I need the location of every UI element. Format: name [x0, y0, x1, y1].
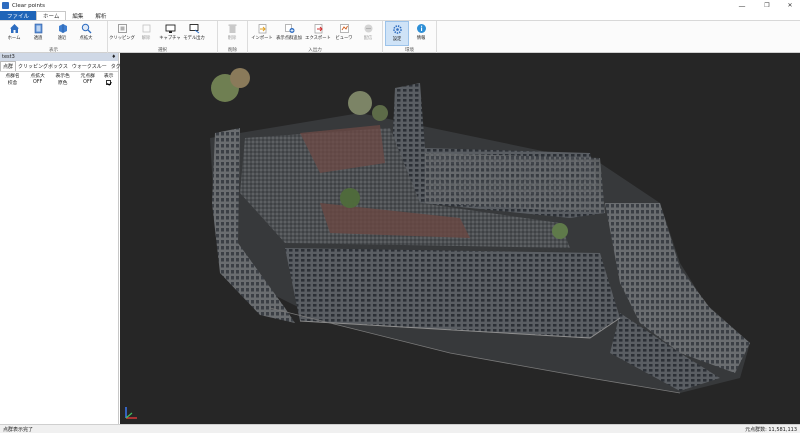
transparency-button[interactable]: 透過: [26, 21, 50, 46]
col-enlarge[interactable]: 点拡大: [25, 72, 50, 79]
maximize-button[interactable]: ❐: [757, 0, 777, 11]
group-view: ホーム 透過 遠近 点拡大 表示: [0, 21, 108, 53]
ribbon: ホーム 透過 遠近 点拡大 表示 クリッピング 解除 キャプチャ モデル出力 選…: [0, 20, 800, 53]
clipping-button[interactable]: クリッピング: [109, 21, 135, 46]
tab-point-cloud[interactable]: 点群: [0, 61, 17, 71]
window-title: Clear points: [12, 2, 46, 9]
visible-checkbox[interactable]: [106, 79, 112, 85]
minimize-button[interactable]: —: [732, 0, 752, 11]
info-icon: [416, 23, 427, 34]
col-name[interactable]: 点群名: [0, 72, 25, 79]
status-message: 点群表示完了: [3, 426, 34, 433]
settings-icon: [392, 24, 403, 35]
model-output-icon: [189, 23, 200, 34]
point-enlarge-icon: [81, 23, 92, 34]
tab-walkthrough[interactable]: ウォークスルー: [70, 63, 109, 70]
app-logo-icon: [2, 2, 9, 9]
point-count: 元点群数: 11,581,113: [745, 426, 797, 433]
cell-enlarge[interactable]: OFF: [25, 79, 50, 86]
transparency-icon: [33, 23, 44, 34]
point-cloud-render: [210, 68, 750, 394]
capture-button[interactable]: キャプチャ: [158, 21, 182, 46]
tab-clipping-box[interactable]: クリッピングボックス: [16, 63, 70, 70]
col-visible[interactable]: 表示: [100, 72, 117, 79]
home-button[interactable]: ホーム: [2, 21, 26, 46]
group-environment: 設定 情報 環境: [383, 21, 437, 53]
group-select: クリッピング 解除 キャプチャ モデル出力 選択: [108, 21, 218, 53]
viewer-button[interactable]: ビューワ: [332, 21, 356, 46]
add-points-icon: [284, 23, 295, 34]
import-icon: [257, 23, 268, 34]
tab-edit[interactable]: 編集: [66, 11, 89, 20]
release-button[interactable]: 解除: [134, 21, 158, 46]
tab-home[interactable]: ホーム: [36, 11, 67, 20]
perspective-button[interactable]: 遠近: [50, 21, 74, 46]
publish-button[interactable]: 配信: [356, 21, 380, 46]
add-points-button[interactable]: 表示点群追加: [274, 21, 304, 46]
point-enlarge-button[interactable]: 点拡大: [74, 21, 98, 46]
title-bar: Clear points — ❐ ✕: [0, 0, 800, 11]
delete-button[interactable]: 削除: [220, 21, 244, 46]
publish-icon: [363, 23, 374, 34]
table-header-row: 点群名 点拡大 表示色 元点群 表示: [0, 72, 117, 79]
tab-file[interactable]: ファイル: [0, 11, 37, 20]
clipping-icon: [117, 23, 128, 34]
point-cloud-panel: test3 ♦ 点群 クリッピングボックス ウォークスルー タグ 点群名 点拡大…: [0, 53, 131, 424]
settings-button[interactable]: 設定: [385, 21, 409, 46]
axis-gizmo-icon: [125, 407, 137, 419]
cell-color[interactable]: 原色: [50, 79, 75, 86]
export-button[interactable]: エクスポート: [304, 21, 332, 46]
delete-icon: [227, 23, 238, 34]
panel-header: test3 ♦: [0, 53, 118, 61]
status-bar: 点群表示完了 元点群数: 11,581,113: [0, 424, 800, 433]
info-button[interactable]: 情報: [409, 21, 433, 46]
model-output-button[interactable]: モデル出力: [182, 21, 206, 46]
tab-analysis[interactable]: 解析: [89, 11, 112, 20]
close-button[interactable]: ✕: [780, 0, 800, 11]
group-io: インポート 表示点群追加 エクスポート ビューワ 配信 入出力: [248, 21, 383, 53]
viewer-icon: [339, 23, 350, 34]
col-color[interactable]: 表示色: [50, 72, 75, 79]
cell-visible[interactable]: [100, 79, 117, 86]
cell-original[interactable]: OFF: [75, 79, 100, 86]
point-cloud-viewport[interactable]: [120, 53, 800, 424]
table-row[interactable]: 校舎 OFF 原色 OFF: [0, 79, 117, 86]
panel-tabs: 点群 クリッピングボックス ウォークスルー タグ: [0, 61, 131, 72]
point-cloud-table: 点群名 点拡大 表示色 元点群 表示 校舎 OFF 原色 OFF: [0, 72, 117, 86]
cell-name[interactable]: 校舎: [0, 79, 25, 86]
export-icon: [313, 23, 324, 34]
col-original[interactable]: 元点群: [75, 72, 100, 79]
group-delete: 削除 削除: [218, 21, 248, 53]
perspective-icon: [57, 23, 68, 34]
release-icon: [141, 23, 152, 34]
import-button[interactable]: インポート: [250, 21, 274, 46]
pin-icon[interactable]: ♦: [112, 54, 116, 60]
home-icon: [9, 23, 20, 34]
capture-icon: [165, 23, 176, 34]
ribbon-tabs: ファイル ホーム 編集 解析: [0, 11, 800, 20]
panel-title: test3: [2, 54, 15, 60]
